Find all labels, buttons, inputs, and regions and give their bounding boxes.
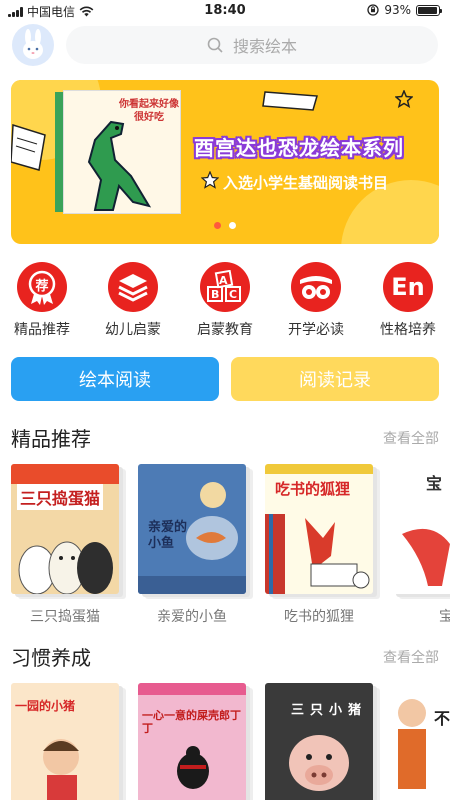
layers-icon xyxy=(108,262,158,312)
category-back-to-school[interactable]: 开学必读 xyxy=(276,262,356,339)
abc-blocks-icon: ABC xyxy=(200,262,250,312)
category-label: 幼儿启蒙 xyxy=(105,322,161,338)
cover-title: 亲爱的小鱼 xyxy=(148,520,188,551)
book-title: 吃书的狐狸 xyxy=(284,609,354,625)
book-card[interactable]: 不 xyxy=(392,683,450,800)
category-nav: 荐 精品推荐 幼儿启蒙 ABC 启蒙教育 开学必读 En 性格培养 xyxy=(0,262,450,342)
category-label: 精品推荐 xyxy=(14,322,70,338)
search-icon xyxy=(207,37,223,53)
carousel-dots xyxy=(11,222,439,229)
svg-text:A: A xyxy=(219,274,228,287)
book-cover: 三只小猪 xyxy=(265,683,373,800)
search-placeholder: 搜索绘本 xyxy=(232,37,297,56)
search-input[interactable]: 搜索绘本 xyxy=(66,26,438,64)
cover-title: 宝 xyxy=(426,474,443,493)
category-recommend[interactable]: 荐 精品推荐 xyxy=(2,262,82,339)
school-icon xyxy=(291,262,341,312)
carousel-dot[interactable] xyxy=(229,222,236,229)
category-early-learning[interactable]: 幼儿启蒙 xyxy=(93,262,173,339)
book-carousel: 三只捣蛋猫 三只捣蛋猫 亲爱的小鱼 亲爱的小鱼 吃书的狐狸 吃书的狐狸 宝 宝 xyxy=(0,464,450,629)
banner-subtitle: 入选小学生基础阅读书目 xyxy=(223,174,389,192)
battery-icon xyxy=(416,4,442,16)
recommend-badge-icon: 荐 xyxy=(17,262,67,312)
category-character[interactable]: En 性格培养 xyxy=(368,262,448,339)
category-enlightenment[interactable]: ABC 启蒙教育 xyxy=(185,262,265,339)
book-cover: 一心一意的屎壳郎丁丁 xyxy=(138,683,246,800)
book-card[interactable]: 宝 宝 xyxy=(392,464,450,626)
book-title: 亲爱的小鱼 xyxy=(157,609,227,625)
cover-title: 三只捣蛋猫 xyxy=(17,484,104,510)
book-card[interactable]: 三只小猪 xyxy=(265,683,373,800)
book-card[interactable]: 亲爱的小鱼 亲爱的小鱼 xyxy=(138,464,246,626)
category-glyph: En xyxy=(391,273,425,301)
book-cover: 不 xyxy=(392,683,450,800)
banner-book-cover: 你看起来好像很好吃 xyxy=(55,88,183,216)
beetle-illustration xyxy=(177,746,209,789)
picture-book-reading-button[interactable]: 绘本阅读 xyxy=(11,357,219,401)
book-cover: 三只捣蛋猫 xyxy=(11,464,119,594)
child-illustration xyxy=(43,739,79,800)
book-card[interactable]: 一园的小猪 xyxy=(11,683,119,800)
banner-title: 酉宫达也恐龙绘本系列 xyxy=(194,136,404,160)
carousel-dot[interactable] xyxy=(214,222,221,229)
character-illustration xyxy=(398,699,426,789)
book-cover: 吃书的狐狸 xyxy=(265,464,373,594)
svg-text:C: C xyxy=(229,288,237,301)
cover-title: 一心一意的屎壳郎丁丁 xyxy=(142,709,241,735)
category-label: 启蒙教育 xyxy=(197,322,253,338)
book-cover: 宝 xyxy=(392,464,450,594)
view-all-link[interactable]: 查看全部 xyxy=(383,428,439,448)
book-cover: 亲爱的小鱼 xyxy=(138,464,246,594)
book-title: 三只捣蛋猫 xyxy=(30,609,100,625)
book-card[interactable]: 吃书的狐狸 吃书的狐狸 xyxy=(265,464,373,626)
cover-title: 吃书的狐狸 xyxy=(275,480,351,498)
bird-illustration xyxy=(402,528,450,586)
category-label: 性格培养 xyxy=(380,322,436,338)
avatar[interactable] xyxy=(12,24,54,66)
cover-title: 三只小猪 xyxy=(291,703,368,718)
banner-carousel[interactable]: 你看起来好像很好吃 酉宫达也恐龙绘本系列 入选小学生基础阅读书目 xyxy=(11,80,439,244)
status-bar: 中国电信 18:40 93% xyxy=(0,0,450,22)
pig-illustration xyxy=(289,735,349,791)
book-card[interactable]: 三只捣蛋猫 三只捣蛋猫 xyxy=(11,464,119,626)
book-cover: 一园的小猪 xyxy=(11,683,119,800)
category-glyph: 荐 xyxy=(35,279,49,294)
category-label: 开学必读 xyxy=(288,322,344,338)
page-doodle-icon xyxy=(11,123,46,171)
section-title: 习惯养成 xyxy=(11,646,91,670)
reading-history-button[interactable]: 阅读记录 xyxy=(231,357,439,401)
view-all-link[interactable]: 查看全部 xyxy=(383,647,439,667)
english-icon: En xyxy=(383,262,433,312)
cover-title: 不 xyxy=(434,709,450,728)
rabbit-icon xyxy=(23,29,43,59)
book-card[interactable]: 一心一意的屎壳郎丁丁 xyxy=(138,683,246,800)
star-icon xyxy=(395,90,413,108)
section-header: 习惯养成 查看全部 xyxy=(11,642,439,672)
cover-title: 一园的小猪 xyxy=(15,699,76,713)
section-header: 精品推荐 查看全部 xyxy=(11,423,439,453)
fox-illustration xyxy=(265,514,370,594)
book-title: 宝 xyxy=(439,609,450,625)
status-right: 93% xyxy=(367,3,442,17)
cats-illustration xyxy=(18,541,113,594)
book-carousel: 一园的小猪 一心一意的屎壳郎丁丁 三只小猪 不 xyxy=(0,683,450,800)
battery-percent: 93% xyxy=(384,3,411,17)
star-icon xyxy=(201,171,219,189)
orientation-lock-icon xyxy=(367,4,379,16)
dinosaur-icon xyxy=(87,120,152,211)
section-title: 精品推荐 xyxy=(11,427,91,451)
svg-text:B: B xyxy=(211,288,219,301)
page-doodle-icon xyxy=(262,91,318,111)
